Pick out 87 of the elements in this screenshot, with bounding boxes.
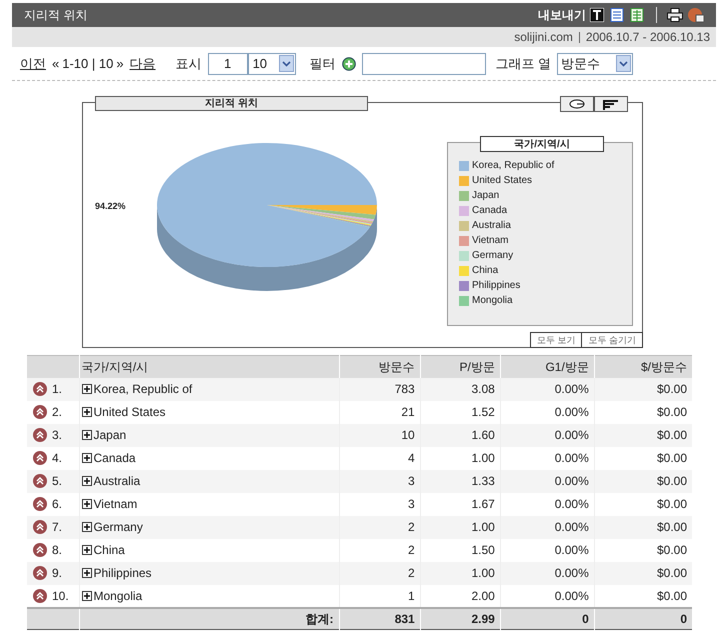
chevron-up-icon[interactable] [33,382,47,396]
count-select[interactable]: 10 [248,52,296,74]
site-name: solijini.com [514,29,573,46]
chevron-up-icon[interactable] [33,474,47,488]
chevron-up-icon[interactable] [33,451,47,465]
country-name[interactable]: United States [94,403,166,421]
table-cell: 831 [339,608,420,630]
legend-title: 국가/지역/시 [480,136,604,152]
expand-icon[interactable] [82,384,92,394]
rank-number: 3. [52,427,62,444]
chevron-up-icon[interactable] [33,520,47,534]
chevron-up-icon[interactable] [33,588,47,602]
chevron-up-icon[interactable] [33,566,47,580]
export-label: 내보내기 [538,7,586,24]
show-all-button[interactable]: 모두 보기 [530,332,582,348]
chevron-up-icon[interactable] [33,405,47,419]
rank-number: 2. [52,404,62,421]
date-range: 2006.10.7 - 2006.10.13 [586,29,710,46]
country-name[interactable]: Germany [94,518,143,536]
document-icon[interactable] [610,8,624,22]
rank-number: 6. [52,496,62,513]
country-name[interactable]: Mongolia [94,586,142,604]
legend-label[interactable]: Mongolia [472,296,513,306]
pie-view-button[interactable] [560,96,594,112]
expand-icon[interactable] [82,430,92,440]
expand-icon[interactable] [82,407,92,417]
expand-icon[interactable] [82,568,92,578]
rank-number: 7. [52,519,62,536]
legend-label[interactable]: Canada [472,206,508,216]
legend-label[interactable]: Japan [472,190,500,200]
legend-label[interactable]: China [472,266,498,276]
legend-label[interactable]: Korea, Republic of [472,160,554,170]
graph-column-select[interactable]: 방문수 [557,52,634,74]
dropdown-caret-icon[interactable] [616,55,632,72]
next-arrows[interactable]: » [116,54,124,74]
country-name[interactable]: China [94,541,125,559]
printer-icon[interactable] [667,8,683,22]
previous-link[interactable]: 이전 [20,54,46,74]
expand-icon[interactable] [82,590,92,600]
legend-label[interactable]: United States [472,176,532,186]
text-file-icon[interactable] [590,8,604,22]
expand-icon[interactable] [82,476,92,486]
expand-icon[interactable] [82,522,92,532]
dropdown-caret-icon[interactable] [278,55,294,72]
previous-arrows[interactable]: « [52,54,60,74]
legend-label[interactable]: Vietnam [472,236,509,246]
show-label: 표시 [176,54,202,73]
filter-field[interactable] [362,52,486,74]
country-name[interactable]: Canada [94,449,136,467]
spreadsheet-icon[interactable] [630,8,644,22]
start-field[interactable]: 1 [208,52,248,74]
country-name[interactable]: Vietnam [94,495,138,513]
filter-label: 필터 [310,54,336,73]
expand-icon[interactable] [82,453,92,463]
expand-icon[interactable] [82,499,92,509]
chart-title: 지리적 위치 [95,96,368,111]
country-name[interactable]: Korea, Republic of [94,380,192,398]
rank-number: 4. [52,450,62,467]
chevron-up-icon[interactable] [33,428,47,442]
table-cell: 2.99 [420,608,500,630]
table-cell: 0 [500,608,594,630]
pie-icon [569,99,585,109]
country-name[interactable]: Philippines [94,564,152,582]
graph-column-label: 그래프 열 [496,54,552,73]
rank-number: 8. [52,542,62,559]
bar-chart-icon [603,98,619,110]
page-title: 지리적 위치 [24,7,88,24]
country-name[interactable]: Japan [94,426,126,444]
rank-number: 5. [52,473,62,490]
add-icon[interactable] [342,56,356,70]
rank-number: 10. [52,588,69,604]
legend-label[interactable]: Australia [472,220,511,230]
expand-icon[interactable] [82,545,92,555]
legend-label[interactable]: Philippines [472,280,520,290]
table-cell: 0 [594,608,692,630]
rank-number: 1. [52,381,62,398]
page-range: 1-10 | 10 [62,54,114,73]
total-label: 합계: [79,608,339,630]
hide-all-button[interactable]: 모두 숨기기 [582,332,643,348]
next-link[interactable]: 다음 [130,54,156,74]
chevron-up-icon[interactable] [33,543,47,557]
country-name[interactable]: Australia [94,472,140,490]
bar-view-button[interactable] [594,96,628,112]
percent-label: 94.22% [95,200,126,213]
chevron-up-icon[interactable] [33,497,47,511]
rank-number: 9. [52,565,62,582]
legend-label[interactable]: Germany [472,250,514,260]
